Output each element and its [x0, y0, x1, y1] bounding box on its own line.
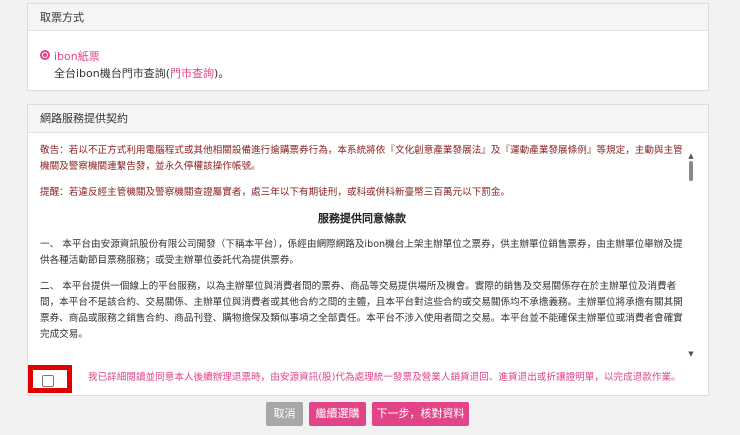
cancel-button[interactable]: 取消	[266, 402, 303, 426]
ticket-option-desc: 全台ibon機台門市查詢(門市查詢)。	[54, 65, 229, 81]
radio-selected-icon[interactable]	[40, 50, 50, 60]
agree-checkbox[interactable]	[42, 375, 54, 387]
scroll-up-icon[interactable]: ▲	[686, 151, 696, 161]
store-lookup-link[interactable]: 門市查詢	[170, 67, 214, 80]
terms-title: 服務提供同意條款	[318, 212, 406, 225]
service-contract-panel: 網路服務提供契約 敬告：若以不正方式利用電腦程式或其他相關設備進行搶購票券行為，…	[27, 104, 709, 396]
scroll-down-icon[interactable]: ▼	[686, 349, 696, 359]
scroll-thumb[interactable]	[689, 161, 693, 181]
ticket-option-label[interactable]: ibon紙票	[54, 48, 100, 64]
ticket-method-panel: 取票方式 ibon紙票 全台ibon機台門市查詢(門市查詢)。	[27, 3, 709, 91]
ticket-method-title: 取票方式	[28, 4, 708, 31]
contract-title: 網路服務提供契約	[28, 105, 708, 133]
agree-row: 我已詳細閱讀並同意本人後續辦理退票時，由安源資訊(股)代為處理統一發票及營業人銷…	[28, 365, 708, 393]
warning-paragraph-1: 敬告：若以不正方式利用電腦程式或其他相關設備進行搶購票券行為，本系統將依『文化創…	[40, 145, 683, 172]
clause-1: 一、 本平台由安源資訊股份有限公司開發（下稱本平台），係經由網際網路及ibon機…	[40, 239, 683, 266]
agree-text[interactable]: 我已詳細閱讀並同意本人後續辦理退票時，由安源資訊(股)代為處理統一發票及營業人銷…	[88, 369, 681, 383]
contract-scroll-area[interactable]: 敬告：若以不正方式利用電腦程式或其他相關設備進行搶購票券行為，本系統將依『文化創…	[40, 143, 696, 361]
next-step-button[interactable]: 下一步，核對資料	[372, 402, 469, 426]
contract-scrollbar[interactable]: ▲ ▼	[686, 143, 696, 361]
clause-2: 二、 本平台提供一個線上的平台服務，以為主辦單位與消費者間的票券、商品等交易提供…	[40, 281, 683, 340]
ticket-desc-suffix: )。	[214, 67, 230, 80]
continue-shopping-button[interactable]: 繼續選購	[309, 402, 366, 426]
ticket-desc-prefix: 全台ibon機台門市查詢(	[54, 67, 171, 80]
agree-highlight-box	[28, 365, 72, 393]
warning-paragraph-2: 提醒：若違反經主管機關及警察機關查證屬實者，處三年以下有期徒刑，或科或併科新臺幣…	[40, 187, 511, 198]
